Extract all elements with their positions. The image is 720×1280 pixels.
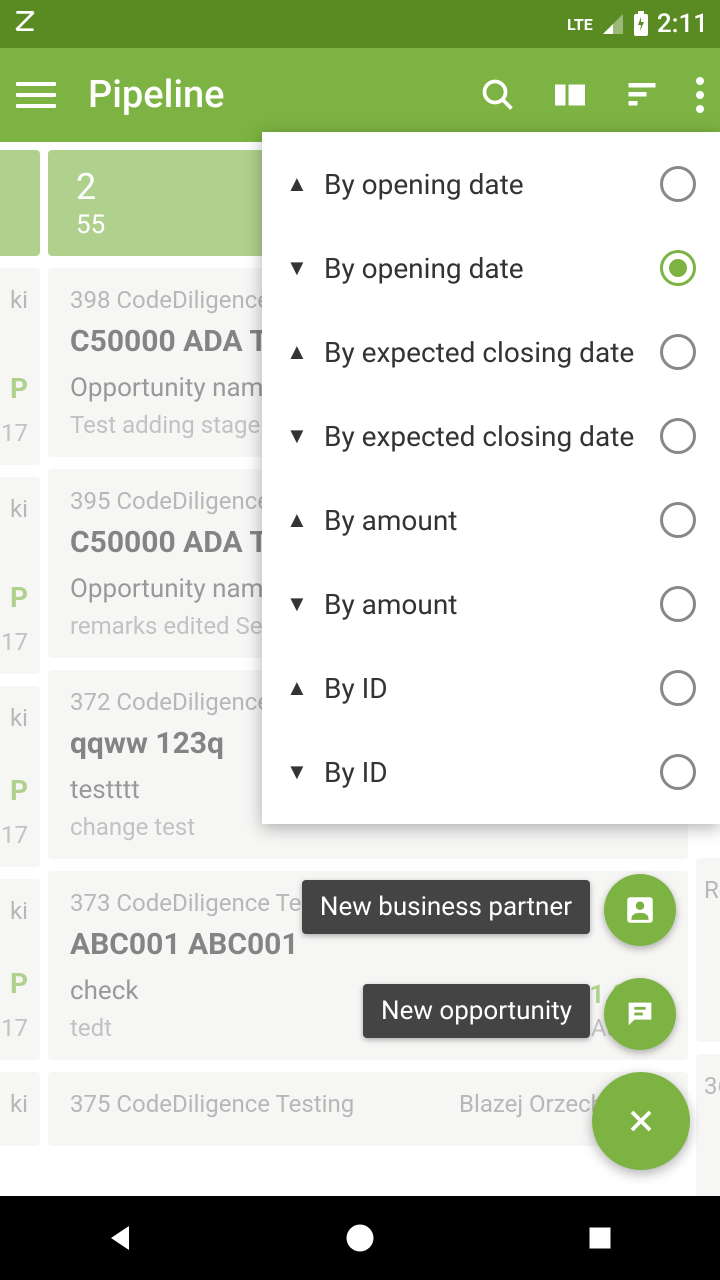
app-bar: Pipeline — [0, 48, 720, 142]
radio-unselected — [660, 754, 696, 790]
radio-unselected — [660, 670, 696, 706]
network-type: LTE — [567, 15, 593, 34]
menu-icon[interactable] — [16, 75, 56, 115]
fab-group: New business partner New opportunity — [592, 1072, 690, 1170]
radio-selected — [660, 250, 696, 286]
radio-unselected — [660, 418, 696, 454]
chat-icon — [623, 997, 657, 1031]
sort-icon[interactable] — [624, 77, 660, 113]
sort-desc-icon: ▼ — [286, 255, 306, 281]
recent-icon[interactable] — [582, 1220, 618, 1256]
signal-icon — [601, 12, 625, 36]
sort-asc-icon: ▲ — [286, 339, 306, 365]
sort-option-closing-asc[interactable]: ▲ By expected closing date — [262, 310, 720, 394]
fab-new-partner[interactable] — [604, 874, 676, 946]
sort-option-amount-desc[interactable]: ▼ By amount — [262, 562, 720, 646]
radio-unselected — [660, 502, 696, 538]
radio-unselected — [660, 166, 696, 202]
sort-menu: ▲ By opening date ▼ By opening date ▲ By… — [262, 132, 720, 824]
sort-asc-icon: ▲ — [286, 507, 306, 533]
sort-desc-icon: ▼ — [286, 759, 306, 785]
sort-option-opening-desc[interactable]: ▼ By opening date — [262, 226, 720, 310]
sort-option-amount-asc[interactable]: ▲ By amount — [262, 478, 720, 562]
clock: 2:11 — [657, 9, 708, 39]
view-columns-icon[interactable] — [552, 77, 588, 113]
fab-new-opportunity[interactable] — [604, 978, 676, 1050]
page-title: Pipeline — [88, 73, 480, 117]
sort-option-id-asc[interactable]: ▲ By ID — [262, 646, 720, 730]
status-bar: LTE 2:11 — [0, 0, 720, 48]
radio-unselected — [660, 586, 696, 622]
close-icon — [623, 1103, 659, 1139]
overflow-menu-icon[interactable] — [696, 77, 704, 113]
radio-unselected — [660, 334, 696, 370]
status-app-icon — [12, 8, 38, 41]
fab-close[interactable] — [592, 1072, 690, 1170]
sort-desc-icon: ▼ — [286, 423, 306, 449]
sort-asc-icon: ▲ — [286, 675, 306, 701]
person-icon — [623, 893, 657, 927]
home-icon[interactable] — [342, 1220, 378, 1256]
sort-option-opening-asc[interactable]: ▲ By opening date — [262, 142, 720, 226]
sort-option-id-desc[interactable]: ▼ By ID — [262, 730, 720, 814]
sort-option-closing-desc[interactable]: ▼ By expected closing date — [262, 394, 720, 478]
fab-label-partner: New business partner — [302, 880, 590, 934]
search-icon[interactable] — [480, 77, 516, 113]
sort-desc-icon: ▼ — [286, 591, 306, 617]
sort-asc-icon: ▲ — [286, 171, 306, 197]
back-icon[interactable] — [102, 1220, 138, 1256]
battery-icon — [633, 11, 649, 37]
navigation-bar — [0, 1196, 720, 1280]
fab-label-opportunity: New opportunity — [363, 984, 590, 1038]
